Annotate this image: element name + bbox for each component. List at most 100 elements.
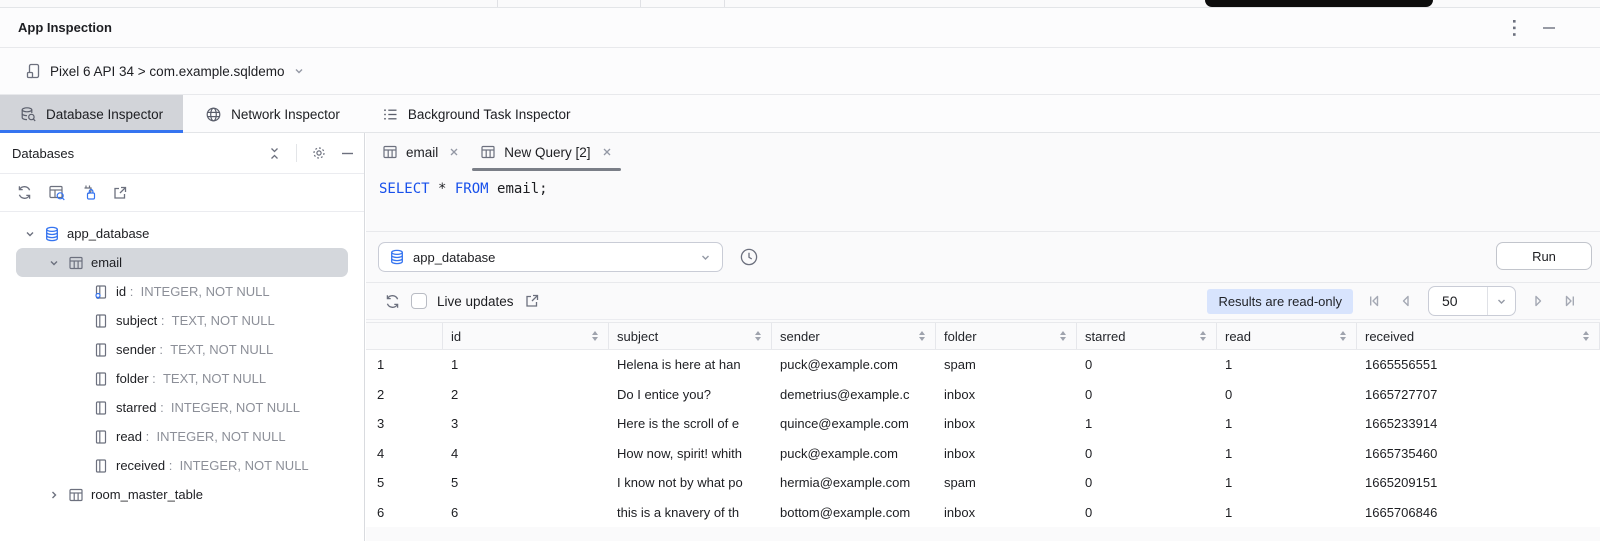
cell-starred[interactable]: 1 xyxy=(1077,409,1217,439)
chevron-down-icon[interactable] xyxy=(22,228,38,240)
cell-id[interactable]: 1 xyxy=(443,350,609,380)
run-button[interactable]: Run xyxy=(1496,242,1592,270)
sort-icon[interactable] xyxy=(1583,331,1589,341)
tab-email-results[interactable]: email xyxy=(372,133,470,171)
close-icon[interactable] xyxy=(448,146,460,158)
cell-id[interactable]: 2 xyxy=(443,380,609,410)
cell-subject[interactable]: this is a knavery of th xyxy=(609,498,772,528)
chevron-down-icon[interactable] xyxy=(46,257,62,269)
cell-folder[interactable]: inbox xyxy=(936,409,1077,439)
cell-read[interactable]: 1 xyxy=(1217,409,1357,439)
cell-starred[interactable]: 0 xyxy=(1077,498,1217,528)
gear-icon[interactable] xyxy=(311,145,327,161)
last-page-icon[interactable] xyxy=(1560,292,1578,310)
table-row[interactable]: 66this is a knavery of thbottom@example.… xyxy=(366,498,1600,528)
tree-column-folder[interactable]: folderTEXT, NOT NULL xyxy=(0,364,364,393)
table-row[interactable]: 44How now, spirit! whithpuck@example.com… xyxy=(366,439,1600,469)
device-process-selector[interactable]: Pixel 6 API 34 > com.example.sqldemo xyxy=(26,63,305,79)
table-row[interactable]: 55I know not by what pohermia@example.co… xyxy=(366,468,1600,498)
collapse-all-icon[interactable] xyxy=(267,146,282,161)
hide-panel-icon[interactable] xyxy=(341,147,354,160)
cell-folder[interactable]: inbox xyxy=(936,498,1077,528)
table-search-icon[interactable] xyxy=(48,184,66,202)
cell-id[interactable]: 6 xyxy=(443,498,609,528)
tree-item-table-room-master[interactable]: room_master_table xyxy=(0,480,364,509)
table-row[interactable]: 11Helena is here at hanpuck@example.coms… xyxy=(366,350,1600,380)
cell-read[interactable]: 0 xyxy=(1217,380,1357,410)
cell-sender[interactable]: quince@example.com xyxy=(772,409,936,439)
cell-received[interactable]: 1665233914 xyxy=(1357,409,1600,439)
cell-subject[interactable]: Helena is here at han xyxy=(609,350,772,380)
cell-subject[interactable]: How now, spirit! whith xyxy=(609,439,772,469)
refresh-icon[interactable] xyxy=(16,184,33,201)
live-updates-checkbox[interactable] xyxy=(411,293,427,309)
first-page-icon[interactable] xyxy=(1366,292,1384,310)
cell-folder[interactable]: spam xyxy=(936,468,1077,498)
tree-column-read[interactable]: readINTEGER, NOT NULL xyxy=(0,422,364,451)
cell-folder[interactable]: spam xyxy=(936,350,1077,380)
sort-icon[interactable] xyxy=(1200,331,1206,341)
column-header-id[interactable]: id xyxy=(443,323,609,349)
sql-editor[interactable]: SELECT * FROM email; xyxy=(366,171,1600,232)
column-header-received[interactable]: received xyxy=(1357,323,1600,349)
tree-item-database[interactable]: app_database xyxy=(0,219,364,248)
cell-folder[interactable]: inbox xyxy=(936,439,1077,469)
column-header-folder[interactable]: folder xyxy=(936,323,1077,349)
tab-database-inspector[interactable]: Database Inspector xyxy=(0,95,183,133)
cell-subject[interactable]: Here is the scroll of e xyxy=(609,409,772,439)
cell-received[interactable]: 1665727707 xyxy=(1357,380,1600,410)
cell-id[interactable]: 4 xyxy=(443,439,609,469)
next-page-icon[interactable] xyxy=(1529,292,1547,310)
cell-sender[interactable]: demetrius@example.c xyxy=(772,380,936,410)
column-header-starred[interactable]: starred xyxy=(1077,323,1217,349)
database-select[interactable]: app_database xyxy=(378,242,723,272)
column-header-subject[interactable]: subject xyxy=(609,323,772,349)
cell-read[interactable]: 1 xyxy=(1217,350,1357,380)
cell-received[interactable]: 1665735460 xyxy=(1357,439,1600,469)
export-icon[interactable] xyxy=(524,293,540,309)
chevron-right-icon[interactable] xyxy=(46,489,62,501)
cell-starred[interactable]: 0 xyxy=(1077,468,1217,498)
sort-icon[interactable] xyxy=(755,331,761,341)
cell-received[interactable]: 1665556551 xyxy=(1357,350,1600,380)
tree-column-received[interactable]: receivedINTEGER, NOT NULL xyxy=(0,451,364,480)
sort-icon[interactable] xyxy=(1060,331,1066,341)
cell-received[interactable]: 1665706846 xyxy=(1357,498,1600,528)
minimize-icon[interactable] xyxy=(1542,21,1556,35)
cell-id[interactable]: 3 xyxy=(443,409,609,439)
cell-subject[interactable]: I know not by what po xyxy=(609,468,772,498)
tree-column-starred[interactable]: starredINTEGER, NOT NULL xyxy=(0,393,364,422)
kebab-menu-icon[interactable] xyxy=(1512,19,1516,37)
cell-read[interactable]: 1 xyxy=(1217,439,1357,469)
export-icon[interactable] xyxy=(112,185,128,201)
tree-item-table-email[interactable]: email xyxy=(16,248,348,277)
cell-starred[interactable]: 0 xyxy=(1077,439,1217,469)
tab-background-task-inspector[interactable]: Background Task Inspector xyxy=(362,95,591,133)
table-row[interactable]: 22Do I entice you?demetrius@example.cinb… xyxy=(366,380,1600,410)
cell-sender[interactable]: puck@example.com xyxy=(772,350,936,380)
cell-received[interactable]: 1665209151 xyxy=(1357,468,1600,498)
cell-read[interactable]: 1 xyxy=(1217,498,1357,528)
table-row[interactable]: 33Here is the scroll of equince@example.… xyxy=(366,409,1600,439)
cell-sender[interactable]: hermia@example.com xyxy=(772,468,936,498)
close-icon[interactable] xyxy=(601,146,613,158)
tab-new-query[interactable]: New Query [2] xyxy=(470,133,622,171)
keep-connections-open-icon[interactable] xyxy=(81,184,97,201)
cell-starred[interactable]: 0 xyxy=(1077,380,1217,410)
cell-subject[interactable]: Do I entice you? xyxy=(609,380,772,410)
tree-column-id[interactable]: idINTEGER, NOT NULL xyxy=(0,277,364,306)
sort-icon[interactable] xyxy=(592,331,598,341)
column-header-sender[interactable]: sender xyxy=(772,323,936,349)
column-header-read[interactable]: read xyxy=(1217,323,1357,349)
prev-page-icon[interactable] xyxy=(1397,292,1415,310)
cell-sender[interactable]: puck@example.com xyxy=(772,439,936,469)
cell-id[interactable]: 5 xyxy=(443,468,609,498)
tree-column-sender[interactable]: senderTEXT, NOT NULL xyxy=(0,335,364,364)
cell-folder[interactable]: inbox xyxy=(936,380,1077,410)
cell-read[interactable]: 1 xyxy=(1217,468,1357,498)
tab-network-inspector[interactable]: Network Inspector xyxy=(185,95,360,133)
cell-starred[interactable]: 0 xyxy=(1077,350,1217,380)
query-history-icon[interactable] xyxy=(738,246,760,268)
cell-sender[interactable]: bottom@example.com xyxy=(772,498,936,528)
refresh-icon[interactable] xyxy=(384,293,401,310)
